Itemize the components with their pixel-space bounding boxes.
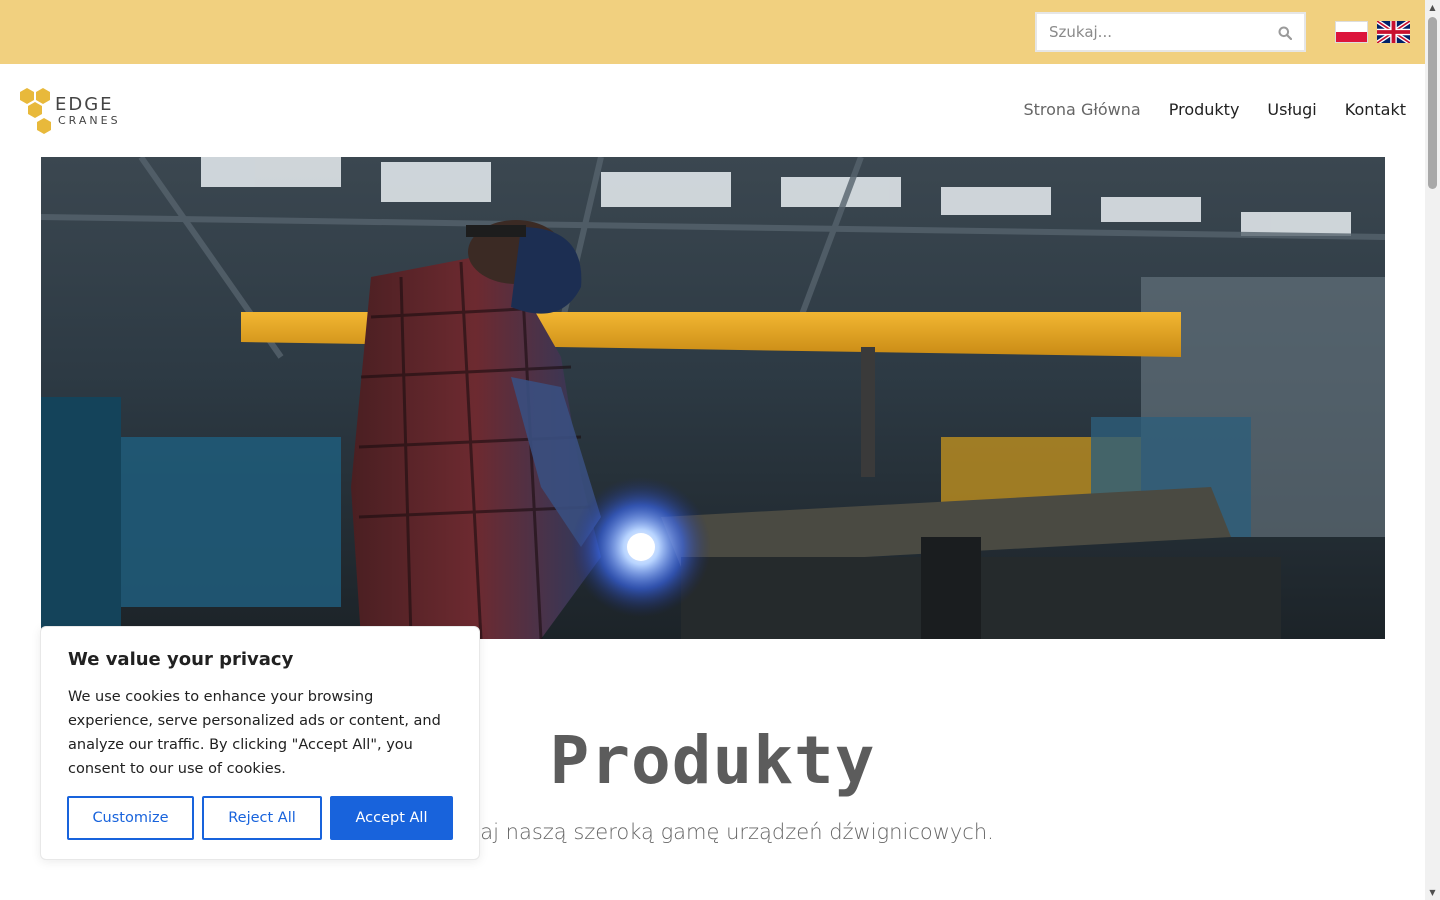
cookie-text: We use cookies to enhance your browsing … [68, 689, 441, 777]
hero-image-welder [41, 157, 1385, 639]
cookie-consent-banner: We value your privacy We use cookies to … [40, 626, 480, 860]
logo-line-1: EDGE [55, 94, 114, 115]
reject-all-button[interactable]: Reject All [202, 796, 322, 840]
nav-item-services[interactable]: Usługi [1267, 100, 1316, 119]
main-nav: Strona Główna Produkty Usługi Kontakt [1023, 100, 1406, 119]
top-bar [0, 0, 1425, 64]
logo-wordmark: EDGE CRANES [55, 94, 121, 128]
edge-cranes-logo[interactable]: EDGE CRANES [18, 86, 138, 136]
nav-item-home[interactable]: Strona Główna [1023, 100, 1140, 119]
nav-item-contact[interactable]: Kontakt [1345, 100, 1406, 119]
accept-all-button[interactable]: Accept All [330, 796, 453, 840]
hexagon-logo-icon [20, 88, 51, 134]
flag-poland-icon[interactable] [1335, 21, 1368, 43]
cookie-title: We value your privacy [68, 649, 294, 670]
search-input[interactable] [1037, 14, 1267, 50]
search-icon[interactable] [1274, 22, 1296, 44]
scroll-up-arrow-icon[interactable]: ▲ [1425, 0, 1440, 15]
scroll-down-arrow-icon[interactable]: ▼ [1425, 885, 1440, 900]
search-box [1035, 12, 1306, 52]
page: EDGE CRANES Strona Główna Produkty Usług… [0, 0, 1425, 900]
logo-line-2: CRANES [58, 114, 121, 127]
customize-button[interactable]: Customize [67, 796, 194, 840]
site-header: EDGE CRANES Strona Główna Produkty Usług… [0, 64, 1425, 157]
scrollbar-thumb[interactable] [1428, 17, 1437, 189]
vertical-scrollbar[interactable]: ▲ ▼ [1425, 0, 1440, 900]
nav-item-products[interactable]: Produkty [1169, 100, 1240, 119]
flag-uk-icon[interactable] [1375, 19, 1412, 45]
